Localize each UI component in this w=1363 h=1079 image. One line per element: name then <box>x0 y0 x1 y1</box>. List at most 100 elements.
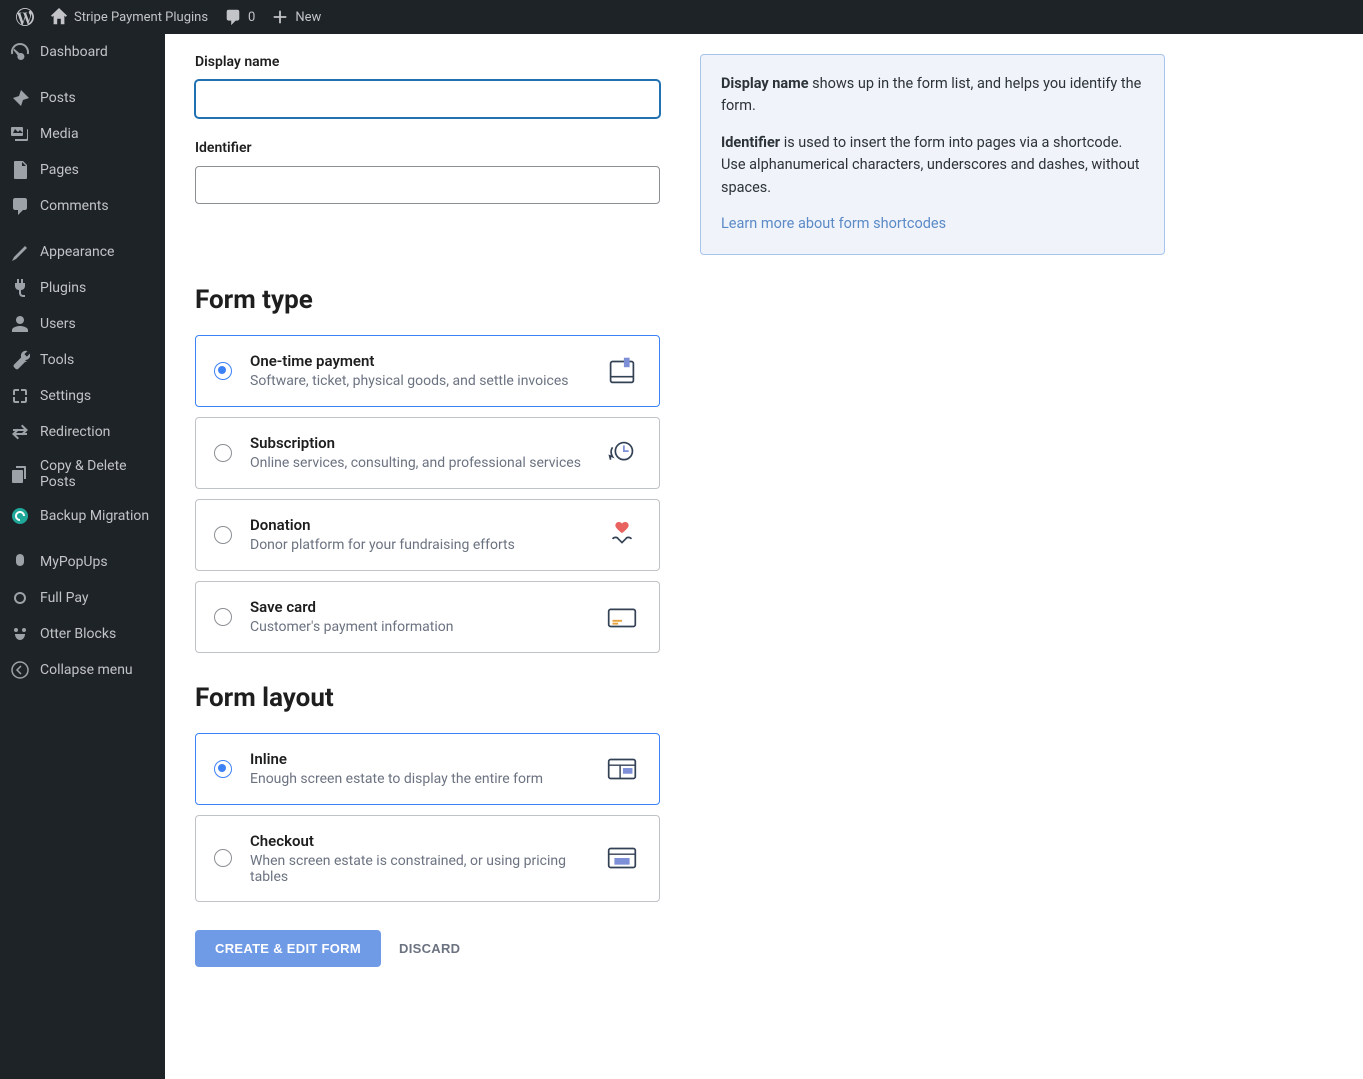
sidebar-item-label: Posts <box>40 90 76 106</box>
form-layout-inline[interactable]: Inline Enough screen estate to display t… <box>195 733 660 805</box>
popup-icon <box>10 552 30 572</box>
new-link[interactable]: New <box>263 0 329 34</box>
copy-icon <box>10 464 30 484</box>
sidebar-item-redirection[interactable]: Redirection <box>0 414 165 450</box>
identifier-label: Identifier <box>195 140 660 156</box>
dashboard-icon <box>10 42 30 62</box>
wordpress-icon <box>16 8 34 26</box>
wordpress-logo[interactable] <box>8 0 42 34</box>
inline-layout-icon <box>603 750 641 788</box>
option-desc: When screen estate is constrained, or us… <box>250 853 585 885</box>
radio-icon <box>214 760 232 778</box>
sidebar-item-comments[interactable]: Comments <box>0 188 165 224</box>
create-edit-button[interactable]: CREATE & EDIT FORM <box>195 930 381 967</box>
appearance-icon <box>10 242 30 262</box>
checkout-layout-icon <box>603 839 641 877</box>
option-desc: Software, ticket, physical goods, and se… <box>250 373 585 389</box>
settings-icon <box>10 386 30 406</box>
media-icon <box>10 124 30 144</box>
sidebar-item-appearance[interactable]: Appearance <box>0 234 165 270</box>
sidebar-item-label: Full Pay <box>40 590 88 606</box>
radio-icon <box>214 608 232 626</box>
sidebar-item-label: Appearance <box>40 244 114 260</box>
radio-icon <box>214 362 232 380</box>
discard-button[interactable]: DISCARD <box>399 941 460 956</box>
sidebar-item-label: Pages <box>40 162 79 178</box>
sidebar-item-otter[interactable]: Otter Blocks <box>0 616 165 652</box>
radio-icon <box>214 849 232 867</box>
identifier-input[interactable] <box>195 166 660 204</box>
sidebar-item-label: Dashboard <box>40 44 108 60</box>
comment-icon <box>224 8 242 26</box>
collapse-icon <box>10 660 30 680</box>
otter-icon <box>10 624 30 644</box>
sidebar-item-label: Otter Blocks <box>40 626 116 642</box>
display-name-label: Display name <box>195 54 660 70</box>
sidebar-item-dashboard[interactable]: Dashboard <box>0 34 165 70</box>
sidebar-item-label: Media <box>40 126 79 142</box>
radio-icon <box>214 526 232 544</box>
backup-icon <box>10 506 30 526</box>
sidebar-item-label: Comments <box>40 198 109 214</box>
radio-icon <box>214 444 232 462</box>
form-layout-checkout[interactable]: Checkout When screen estate is constrain… <box>195 815 660 902</box>
sidebar-item-label: Tools <box>40 352 74 368</box>
home-link[interactable]: Stripe Payment Plugins <box>42 0 216 34</box>
sidebar-item-pages[interactable]: Pages <box>0 152 165 188</box>
form-type-save-card[interactable]: Save card Customer's payment information <box>195 581 660 653</box>
sidebar-item-label: Backup Migration <box>40 508 149 524</box>
form-type-donation[interactable]: Donation Donor platform for your fundrai… <box>195 499 660 571</box>
main-content: Display name Identifier Display name sho… <box>165 34 1363 1079</box>
option-desc: Donor platform for your fundraising effo… <box>250 537 585 553</box>
sidebar-item-mypopups[interactable]: MyPopUps <box>0 544 165 580</box>
option-title: Inline <box>250 750 585 768</box>
display-name-input[interactable] <box>195 80 660 118</box>
sidebar-item-fullpay[interactable]: Full Pay <box>0 580 165 616</box>
sidebar-item-settings[interactable]: Settings <box>0 378 165 414</box>
sidebar-item-users[interactable]: Users <box>0 306 165 342</box>
sidebar-item-tools[interactable]: Tools <box>0 342 165 378</box>
comments-icon <box>10 196 30 216</box>
info-link[interactable]: Learn more about form shortcodes <box>721 215 946 232</box>
option-title: Save card <box>250 598 585 616</box>
sidebar-item-plugins[interactable]: Plugins <box>0 270 165 306</box>
info-box: Display name shows up in the form list, … <box>700 54 1165 255</box>
option-title: One-time payment <box>250 352 585 370</box>
sidebar-item-collapse[interactable]: Collapse menu <box>0 652 165 688</box>
sidebar-item-posts[interactable]: Posts <box>0 80 165 116</box>
comments-link[interactable]: 0 <box>216 0 263 34</box>
sidebar-item-label: Copy & Delete Posts <box>40 458 155 490</box>
form-type-subscription[interactable]: Subscription Online services, consulting… <box>195 417 660 489</box>
card-icon <box>603 598 641 636</box>
fullpay-icon <box>10 588 30 608</box>
sidebar-item-backup-migration[interactable]: Backup Migration <box>0 498 165 534</box>
sidebar-item-label: Collapse menu <box>40 662 133 678</box>
sidebar-item-media[interactable]: Media <box>0 116 165 152</box>
sidebar-item-label: MyPopUps <box>40 554 108 570</box>
option-desc: Online services, consulting, and profess… <box>250 455 585 471</box>
site-title: Stripe Payment Plugins <box>74 10 208 25</box>
redirection-icon <box>10 422 30 442</box>
option-desc: Customer's payment information <box>250 619 585 635</box>
recurring-icon <box>603 434 641 472</box>
plugins-icon <box>10 278 30 298</box>
sidebar-item-label: Settings <box>40 388 91 404</box>
option-title: Subscription <box>250 434 585 452</box>
option-title: Donation <box>250 516 585 534</box>
sidebar-item-copy-delete[interactable]: Copy & Delete Posts <box>0 450 165 498</box>
form-type-one-time[interactable]: One-time payment Software, ticket, physi… <box>195 335 660 407</box>
home-icon <box>50 8 68 26</box>
admin-sidebar: Dashboard Posts Media Pages Comments App… <box>0 34 165 1079</box>
admin-bar: Stripe Payment Plugins 0 New <box>0 0 1363 34</box>
form-type-heading: Form type <box>195 285 660 315</box>
new-label: New <box>295 10 321 25</box>
option-title: Checkout <box>250 832 585 850</box>
info-text-2: is used to insert the form into pages vi… <box>721 134 1140 196</box>
book-icon <box>603 352 641 390</box>
tools-icon <box>10 350 30 370</box>
form-layout-heading: Form layout <box>195 683 660 713</box>
heart-hands-icon <box>603 516 641 554</box>
sidebar-item-label: Users <box>40 316 76 332</box>
info-strong-1: Display name <box>721 75 809 92</box>
pages-icon <box>10 160 30 180</box>
